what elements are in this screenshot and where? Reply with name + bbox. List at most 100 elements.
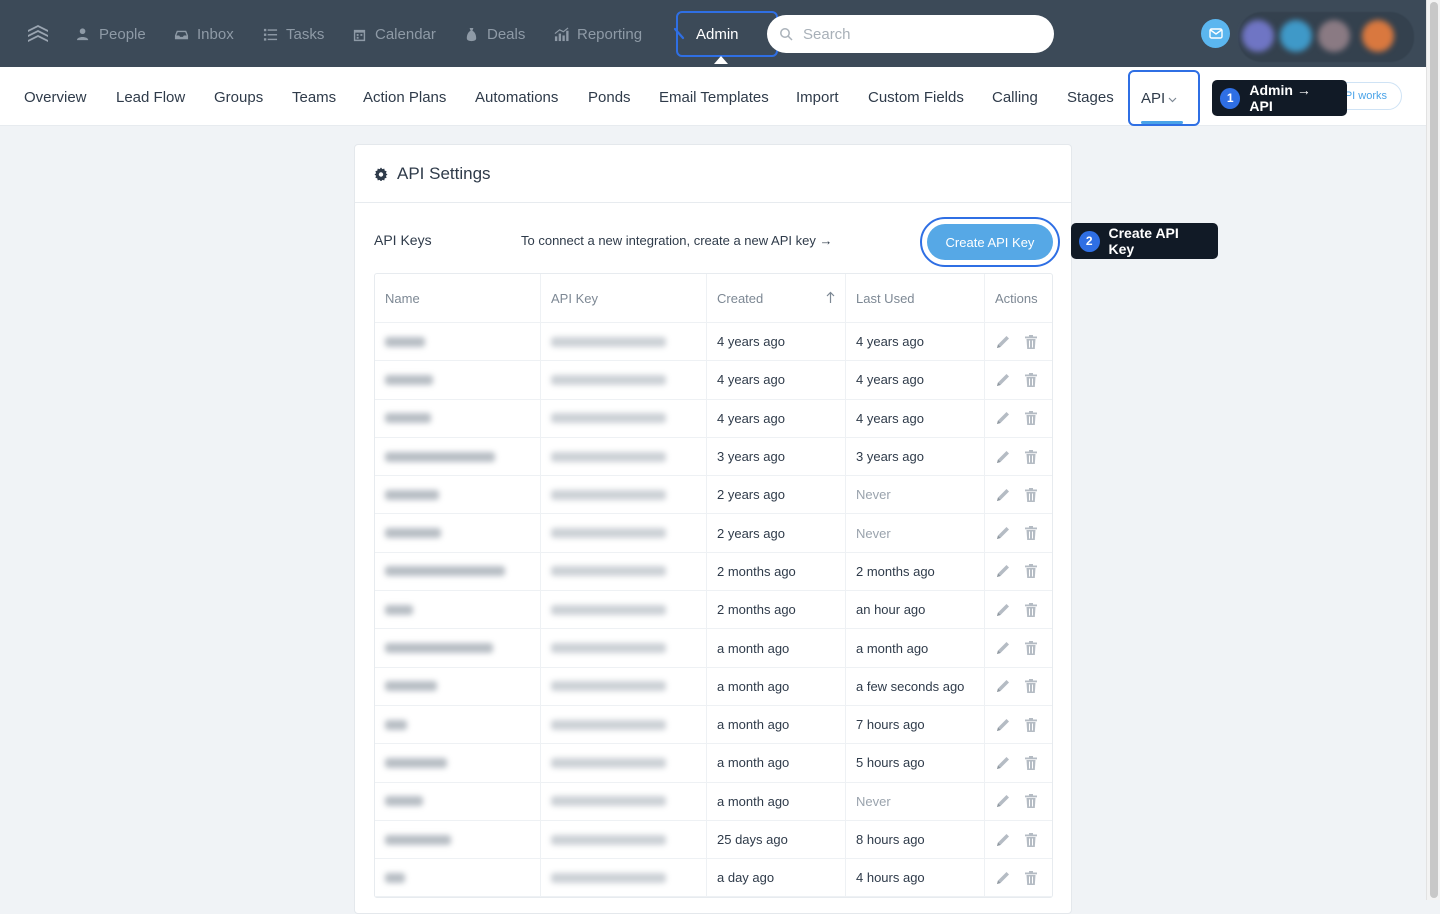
edit-pencil-icon[interactable] <box>995 372 1011 388</box>
user-avatars[interactable] <box>1238 12 1414 62</box>
tab-overview[interactable]: Overview <box>24 89 87 106</box>
cell-created: 2 years ago <box>707 514 846 552</box>
table-row[interactable]: a month ago a month ago <box>375 629 1052 668</box>
nav-calendar-label: Calendar <box>375 25 436 43</box>
table-row[interactable]: 4 years ago 4 years ago <box>375 399 1052 438</box>
cell-name <box>375 744 541 782</box>
edit-pencil-icon[interactable] <box>995 717 1011 733</box>
edit-pencil-icon[interactable] <box>995 602 1011 618</box>
tab-groups[interactable]: Groups <box>214 89 263 106</box>
app-logo-icon[interactable] <box>26 22 50 46</box>
table-row[interactable]: 4 years ago 4 years ago <box>375 361 1052 400</box>
avatar[interactable] <box>1242 20 1274 52</box>
cell-name <box>375 591 541 629</box>
avatar[interactable] <box>1362 20 1394 52</box>
avatar[interactable] <box>1280 20 1312 52</box>
table-row[interactable]: 3 years ago 3 years ago <box>375 437 1052 477</box>
tab-teams[interactable]: Teams <box>292 89 336 106</box>
edit-pencil-icon[interactable] <box>995 449 1011 465</box>
trash-icon[interactable] <box>1023 602 1039 618</box>
edit-pencil-icon[interactable] <box>995 678 1011 694</box>
edit-pencil-icon[interactable] <box>995 755 1011 771</box>
trash-icon[interactable] <box>1023 717 1039 733</box>
tab-automations[interactable]: Automations <box>475 89 558 106</box>
trash-icon[interactable] <box>1023 410 1039 426</box>
table-row[interactable]: 2 months ago an hour ago <box>375 591 1052 630</box>
trash-icon[interactable] <box>1023 640 1039 656</box>
col-header-created[interactable]: Created <box>707 274 846 322</box>
tab-action-plans[interactable]: Action Plans <box>363 89 446 106</box>
tab-api[interactable]: API <box>1128 70 1200 126</box>
edit-pencil-icon[interactable] <box>995 870 1011 886</box>
trash-icon[interactable] <box>1023 449 1039 465</box>
trash-icon[interactable] <box>1023 563 1039 579</box>
cell-api-key <box>541 437 707 476</box>
col-header-name[interactable]: Name <box>375 274 541 322</box>
table-row[interactable]: 2 years ago Never <box>375 514 1052 553</box>
tab-email-templates[interactable]: Email Templates <box>659 89 769 106</box>
tab-import[interactable]: Import <box>796 89 839 106</box>
trash-icon[interactable] <box>1023 870 1039 886</box>
cell-last-used: 4 years ago <box>846 399 985 437</box>
edit-pencil-icon[interactable] <box>995 793 1011 809</box>
sort-up-arrow-icon[interactable] <box>826 291 835 304</box>
edit-pencil-icon[interactable] <box>995 832 1011 848</box>
messages-button[interactable] <box>1201 19 1230 48</box>
trash-icon[interactable] <box>1023 334 1039 350</box>
tab-lead-flow[interactable]: Lead Flow <box>116 89 185 106</box>
table-row[interactable]: 25 days ago 8 hours ago <box>375 820 1052 860</box>
edit-pencil-icon[interactable] <box>995 334 1011 350</box>
search-box[interactable] <box>767 15 1054 53</box>
edit-pencil-icon[interactable] <box>995 563 1011 579</box>
col-header-api-key[interactable]: API Key <box>541 274 707 322</box>
trash-icon[interactable] <box>1023 678 1039 694</box>
edit-pencil-icon[interactable] <box>995 410 1011 426</box>
active-caret <box>714 56 728 64</box>
nav-admin[interactable]: Admin <box>673 11 778 64</box>
table-row[interactable]: a month ago a few seconds ago <box>375 667 1052 706</box>
table-row[interactable]: a day ago 4 hours ago <box>375 859 1052 898</box>
table-row[interactable]: a month ago 7 hours ago <box>375 705 1052 745</box>
trash-icon[interactable] <box>1023 525 1039 541</box>
cell-actions <box>985 476 1052 513</box>
tab-calling[interactable]: Calling <box>992 89 1038 106</box>
nav-calendar[interactable]: Calendar <box>352 22 436 46</box>
nav-tasks[interactable]: Tasks <box>263 22 324 46</box>
scrollbar-thumb[interactable] <box>1430 2 1438 898</box>
trash-icon[interactable] <box>1023 793 1039 809</box>
col-header-last-used[interactable]: Last Used <box>846 274 985 322</box>
table-row[interactable]: 4 years ago 4 years ago <box>375 323 1052 362</box>
cell-actions <box>985 361 1052 398</box>
cell-created: a month ago <box>707 705 846 744</box>
search-input[interactable] <box>801 24 1035 44</box>
table-row[interactable]: 2 years ago Never <box>375 476 1052 515</box>
table-row[interactable]: a month ago 5 hours ago <box>375 744 1052 783</box>
redacted-name <box>385 336 425 347</box>
api-keys-label: API Keys <box>374 232 432 248</box>
trash-icon[interactable] <box>1023 832 1039 848</box>
table-row[interactable]: a month ago Never <box>375 782 1052 821</box>
edit-pencil-icon[interactable] <box>995 525 1011 541</box>
nav-people[interactable]: People <box>76 22 146 46</box>
page-scrollbar[interactable] <box>1426 0 1440 900</box>
how-it-works-label: PI works <box>1344 90 1387 102</box>
tab-ponds[interactable]: Ponds <box>588 89 631 106</box>
nav-reporting[interactable]: Reporting <box>554 22 642 46</box>
edit-pencil-icon[interactable] <box>995 487 1011 503</box>
cell-created: 4 years ago <box>707 361 846 399</box>
avatar[interactable] <box>1318 20 1350 52</box>
trash-icon[interactable] <box>1023 755 1039 771</box>
envelope-icon <box>1208 28 1223 39</box>
edit-pencil-icon[interactable] <box>995 640 1011 656</box>
nav-inbox[interactable]: Inbox <box>174 22 234 46</box>
money-bag-icon <box>466 27 477 41</box>
nav-people-label: People <box>99 25 146 43</box>
nav-deals[interactable]: Deals <box>464 22 525 46</box>
cell-created: 2 years ago <box>707 476 846 514</box>
table-row[interactable]: 2 months ago 2 months ago <box>375 552 1052 592</box>
tab-custom-fields[interactable]: Custom Fields <box>868 89 964 106</box>
create-api-key-button[interactable]: Create API Key <box>927 224 1053 260</box>
trash-icon[interactable] <box>1023 487 1039 503</box>
tab-stages[interactable]: Stages <box>1067 89 1114 106</box>
trash-icon[interactable] <box>1023 372 1039 388</box>
